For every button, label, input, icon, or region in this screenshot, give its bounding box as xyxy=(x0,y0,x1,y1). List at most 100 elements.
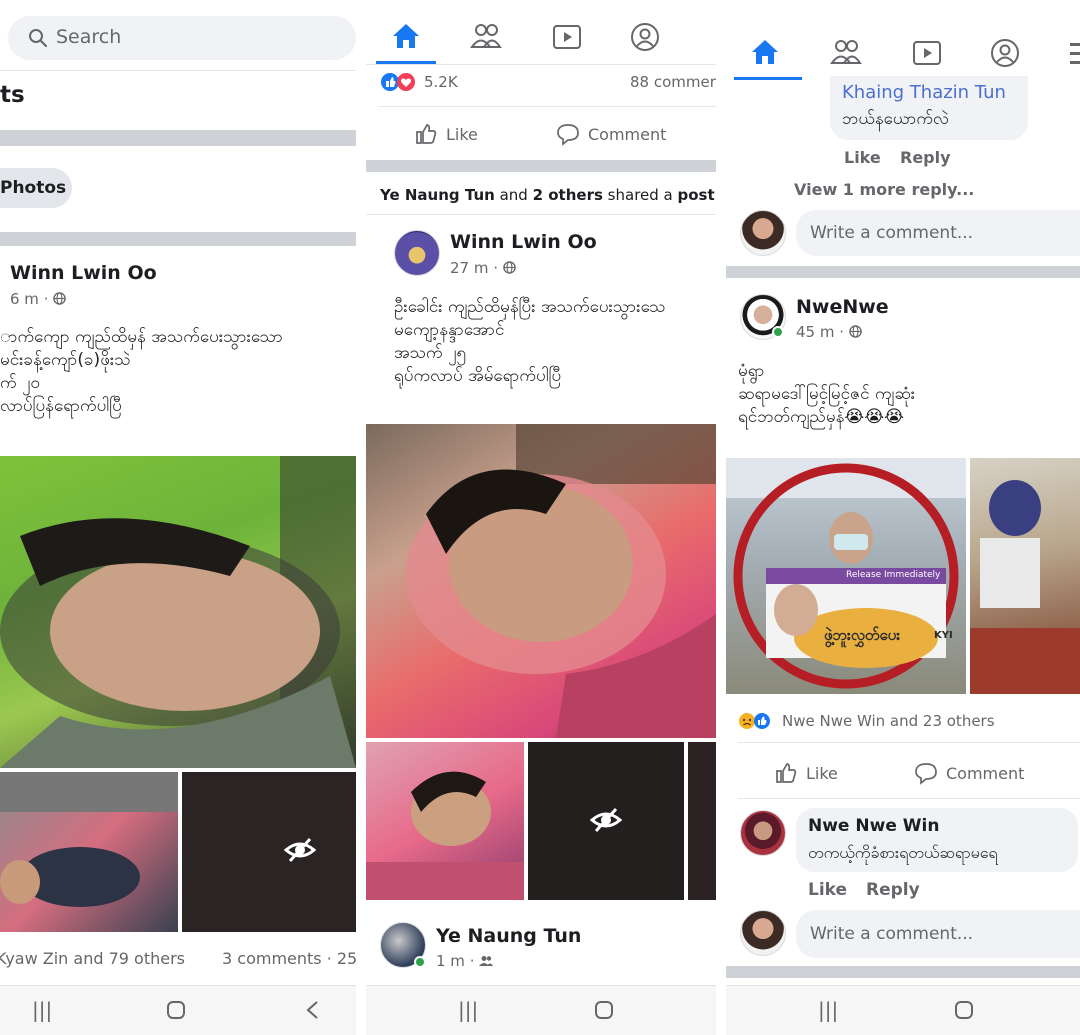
comment-label: Comment xyxy=(946,763,1025,783)
reply-text: ဘယ်နယောက်လဲ xyxy=(842,109,949,129)
like-button[interactable]: Like xyxy=(414,122,478,146)
post-line: က် ၂၀ xyxy=(0,373,40,393)
globe-icon xyxy=(849,325,862,338)
comments-count[interactable]: 3 comments · 25 xyxy=(222,949,356,968)
screenshot-panel-right: Khaing Thazin Tun ဘယ်နယောက်လဲ Like Reply… xyxy=(726,0,1080,1035)
recent-apps-button[interactable]: ||| xyxy=(32,998,52,1022)
post-photo-hidden[interactable] xyxy=(528,742,684,900)
shared-text: shared a xyxy=(602,186,678,204)
post-meta: 1 m · xyxy=(436,952,494,970)
post-line: အသက် ၂၅ xyxy=(394,343,466,363)
comment-icon xyxy=(557,124,579,146)
back-button[interactable] xyxy=(305,1000,319,1020)
reaction-summary[interactable]: Nwe Nwe Win and 23 others xyxy=(782,712,995,730)
write-comment-input[interactable]: Write a comment... xyxy=(796,210,1080,256)
post-author[interactable]: NweNwe xyxy=(796,296,889,318)
post-photo-second[interactable] xyxy=(366,742,524,900)
write-comment-input[interactable]: Write a comment... xyxy=(796,910,1080,958)
post-author[interactable]: Winn Lwin Oo xyxy=(10,262,157,284)
profile-icon[interactable] xyxy=(990,38,1020,68)
comment-button[interactable]: Comment xyxy=(556,122,666,146)
post-photo-main[interactable] xyxy=(0,456,356,768)
like-icon xyxy=(416,124,437,144)
shared-post-link[interactable]: post xyxy=(678,186,715,204)
recent-apps-button[interactable]: ||| xyxy=(458,998,478,1022)
friends-audience-icon xyxy=(479,956,494,966)
reaction-count[interactable]: 5.2K xyxy=(424,73,458,91)
screenshot-panel-left: Search ts Photos Winn Lwin Oo 6 m · ာက်က… xyxy=(0,0,356,1035)
avatar[interactable] xyxy=(740,210,786,256)
reaction-icons[interactable] xyxy=(380,72,420,92)
reply-reply-link[interactable]: Reply xyxy=(900,148,951,167)
shared-others[interactable]: 2 others xyxy=(533,186,603,204)
active-tab-indicator xyxy=(734,77,802,80)
like-label: Like xyxy=(806,763,838,783)
reply-like-link[interactable]: Like xyxy=(844,148,881,167)
post-line: ာက်ကျော ကျည်ထိမှန် အသက်ပေးသွားသော xyxy=(0,327,283,347)
recent-apps-button[interactable]: ||| xyxy=(818,998,838,1022)
like-label: Like xyxy=(446,124,478,144)
home-icon[interactable] xyxy=(391,22,421,50)
globe-icon xyxy=(53,292,67,305)
comment-bubble[interactable]: Nwe Nwe Win တကယ့်ကိုခံစားရတယ်ဆရာမရေ xyxy=(796,808,1078,872)
comment-label: Comment xyxy=(588,124,667,144)
comment-button[interactable]: Comment xyxy=(914,761,1024,785)
view-more-replies[interactable]: View 1 more reply... xyxy=(794,180,974,199)
shared-text: . xyxy=(715,186,716,204)
post-author[interactable]: Ye Naung Tun xyxy=(436,925,581,947)
post-photo-second[interactable] xyxy=(0,772,178,932)
page-title: ts xyxy=(0,82,25,108)
watch-icon[interactable] xyxy=(552,24,582,50)
photo-illustration xyxy=(406,424,716,738)
post-photo-main[interactable]: Release Immediately ဖွဲ့ဘူးလွှတ်ပေး KYI xyxy=(726,458,966,694)
post-photo-main[interactable] xyxy=(366,424,716,738)
comment-author[interactable]: Nwe Nwe Win xyxy=(808,816,939,836)
avatar[interactable] xyxy=(740,910,786,956)
search-bar[interactable]: Search xyxy=(8,16,356,60)
comment-like-link[interactable]: Like xyxy=(808,880,847,900)
watch-icon[interactable] xyxy=(912,40,942,66)
post-time: 6 m xyxy=(10,290,39,308)
search-input[interactable]: Search xyxy=(56,26,121,48)
profile-icon[interactable] xyxy=(630,22,660,52)
home-button[interactable] xyxy=(166,1000,186,1020)
comment-reply-link[interactable]: Reply xyxy=(866,880,920,900)
post-line: မင်းခန့်ကျော်(ခ)ဖိုးသဲ xyxy=(0,350,131,370)
post-body: ဦးခေါင်း ကျည်ထိမှန်ပြီး အသက်ပေးသွားသေ မက… xyxy=(394,296,666,388)
like-button[interactable]: Like xyxy=(774,761,838,785)
home-button[interactable] xyxy=(594,1000,614,1020)
shared-by-line: Ye Naung Tun and 2 others shared a post. xyxy=(380,186,716,204)
shared-text: and xyxy=(494,186,533,204)
post-body: မုံရွာ ဆရာမဒေါ်မြင့်မြင့်ဇင် ကျဆုံး ရင်ဘ… xyxy=(738,360,915,429)
love-reaction-icon xyxy=(381,73,415,91)
photo-illustration xyxy=(0,772,178,907)
comments-count[interactable]: 88 commer xyxy=(630,73,716,91)
screenshot-panel-middle: 5.2K 88 commer Like Comment Ye Naung Tun… xyxy=(366,0,716,1035)
hidden-eye-icon xyxy=(284,837,316,863)
reply-bubble[interactable]: Khaing Thazin Tun ဘယ်နယောက်လဲ xyxy=(830,76,1028,140)
post-author[interactable]: Winn Lwin Oo xyxy=(450,231,597,253)
post-meta: 45 m · xyxy=(796,323,862,341)
post-photo-more[interactable] xyxy=(688,742,716,900)
home-button[interactable] xyxy=(954,1000,974,1020)
friends-icon[interactable] xyxy=(470,22,502,50)
post-meta: 27 m · xyxy=(450,259,516,277)
post-line: ရုပ်ကလာပ် အိမ်ရောက်ပါပြီ xyxy=(394,366,562,386)
friends-icon[interactable] xyxy=(830,38,862,66)
avatar[interactable] xyxy=(394,230,440,276)
sharer-name[interactable]: Ye Naung Tun xyxy=(380,186,495,204)
home-icon[interactable] xyxy=(750,38,780,66)
globe-icon xyxy=(503,261,516,274)
photos-filter-chip[interactable]: Photos xyxy=(0,168,72,208)
menu-icon[interactable] xyxy=(1070,40,1080,66)
photo-illustration xyxy=(0,456,356,768)
photos-chip-label: Photos xyxy=(0,178,67,198)
post-photo-second[interactable] xyxy=(970,458,1080,694)
post-line: မကျော့နန္ဒာအောင် xyxy=(394,320,505,340)
avatar[interactable] xyxy=(740,810,786,856)
reply-author[interactable]: Khaing Thazin Tun xyxy=(842,82,1006,103)
reaction-icons[interactable] xyxy=(738,712,774,734)
post-meta: 6 m · xyxy=(10,290,67,308)
reaction-summary[interactable]: Kyaw Zin and 79 others xyxy=(0,949,185,968)
post-photo-hidden[interactable] xyxy=(182,772,356,932)
